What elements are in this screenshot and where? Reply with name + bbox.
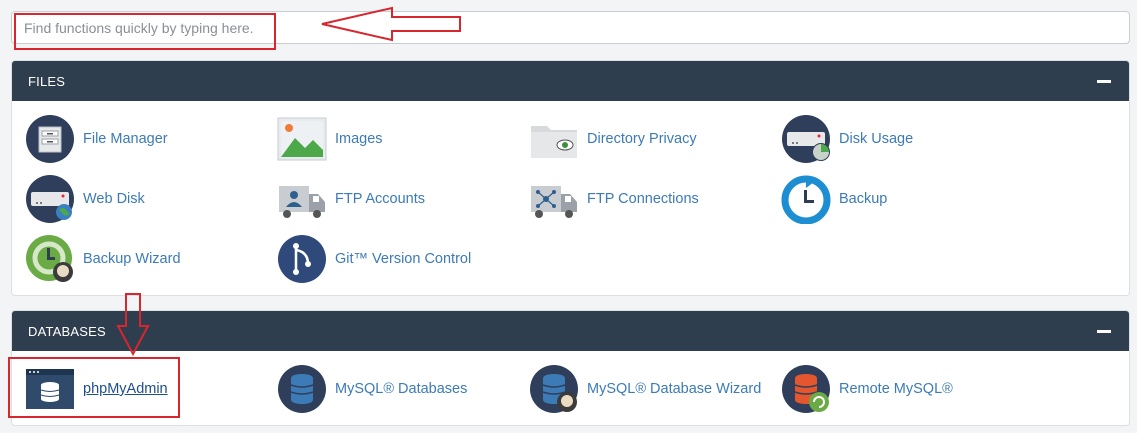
- git-version-control-icon: [277, 234, 327, 284]
- remote-mysql-item[interactable]: Remote MySQL®: [781, 364, 953, 414]
- backup-wizard-icon: [25, 234, 75, 284]
- directory-privacy-icon: [529, 114, 579, 164]
- directory-privacy-label: Directory Privacy: [587, 131, 697, 147]
- backup-label: Backup: [839, 191, 888, 207]
- collapse-icon[interactable]: [1097, 79, 1111, 83]
- web-disk-icon: [25, 174, 75, 224]
- images-item[interactable]: Images: [277, 114, 383, 164]
- mysql-database-wizard-label: MySQL® Database Wizard: [587, 381, 762, 397]
- files-panel: FILES File Manager Images Directory Priv…: [11, 60, 1130, 296]
- file-manager-item[interactable]: File Manager: [25, 114, 168, 164]
- databases-panel: DATABASES phpMyAdmin MySQL® Databases My…: [11, 310, 1130, 426]
- mysql-database-wizard-icon: [529, 364, 579, 414]
- remote-mysql-label: Remote MySQL®: [839, 381, 953, 397]
- git-version-control-item[interactable]: Git™ Version Control: [277, 234, 471, 284]
- files-panel-title: FILES: [28, 73, 66, 89]
- collapse-icon[interactable]: [1097, 329, 1111, 333]
- ftp-connections-item[interactable]: FTP Connections: [529, 174, 699, 224]
- mysql-databases-label: MySQL® Databases: [335, 381, 468, 397]
- images-label: Images: [335, 131, 383, 147]
- file-manager-icon: [25, 114, 75, 164]
- files-panel-header[interactable]: FILES: [12, 61, 1129, 101]
- search-input[interactable]: [12, 12, 1129, 43]
- remote-mysql-icon: [781, 364, 831, 414]
- backup-wizard-label: Backup Wizard: [83, 251, 181, 267]
- file-manager-label: File Manager: [83, 131, 168, 147]
- phpmyadmin-label: phpMyAdmin: [83, 381, 168, 397]
- web-disk-label: Web Disk: [83, 191, 145, 207]
- ftp-accounts-icon: [277, 174, 327, 224]
- mysql-databases-icon: [277, 364, 327, 414]
- phpmyadmin-icon: [25, 364, 75, 414]
- directory-privacy-item[interactable]: Directory Privacy: [529, 114, 697, 164]
- disk-usage-item[interactable]: Disk Usage: [781, 114, 913, 164]
- git-version-control-label: Git™ Version Control: [335, 251, 472, 267]
- backup-item[interactable]: Backup: [781, 174, 888, 225]
- backup-icon: [781, 174, 831, 225]
- search-box: [11, 11, 1130, 44]
- disk-usage-label: Disk Usage: [839, 131, 914, 147]
- web-disk-item[interactable]: Web Disk: [25, 174, 145, 224]
- mysql-databases-item[interactable]: MySQL® Databases: [277, 364, 467, 414]
- databases-panel-header[interactable]: DATABASES: [12, 311, 1129, 351]
- ftp-accounts-label: FTP Accounts: [335, 191, 425, 207]
- images-icon: [277, 114, 327, 164]
- ftp-connections-icon: [529, 174, 579, 224]
- phpmyadmin-item[interactable]: phpMyAdmin: [25, 364, 168, 414]
- disk-usage-icon: [781, 114, 831, 164]
- ftp-connections-label: FTP Connections: [587, 191, 699, 207]
- ftp-accounts-item[interactable]: FTP Accounts: [277, 174, 425, 224]
- backup-wizard-item[interactable]: Backup Wizard: [25, 234, 181, 284]
- mysql-database-wizard-item[interactable]: MySQL® Database Wizard: [529, 364, 761, 414]
- databases-panel-title: DATABASES: [28, 323, 106, 339]
